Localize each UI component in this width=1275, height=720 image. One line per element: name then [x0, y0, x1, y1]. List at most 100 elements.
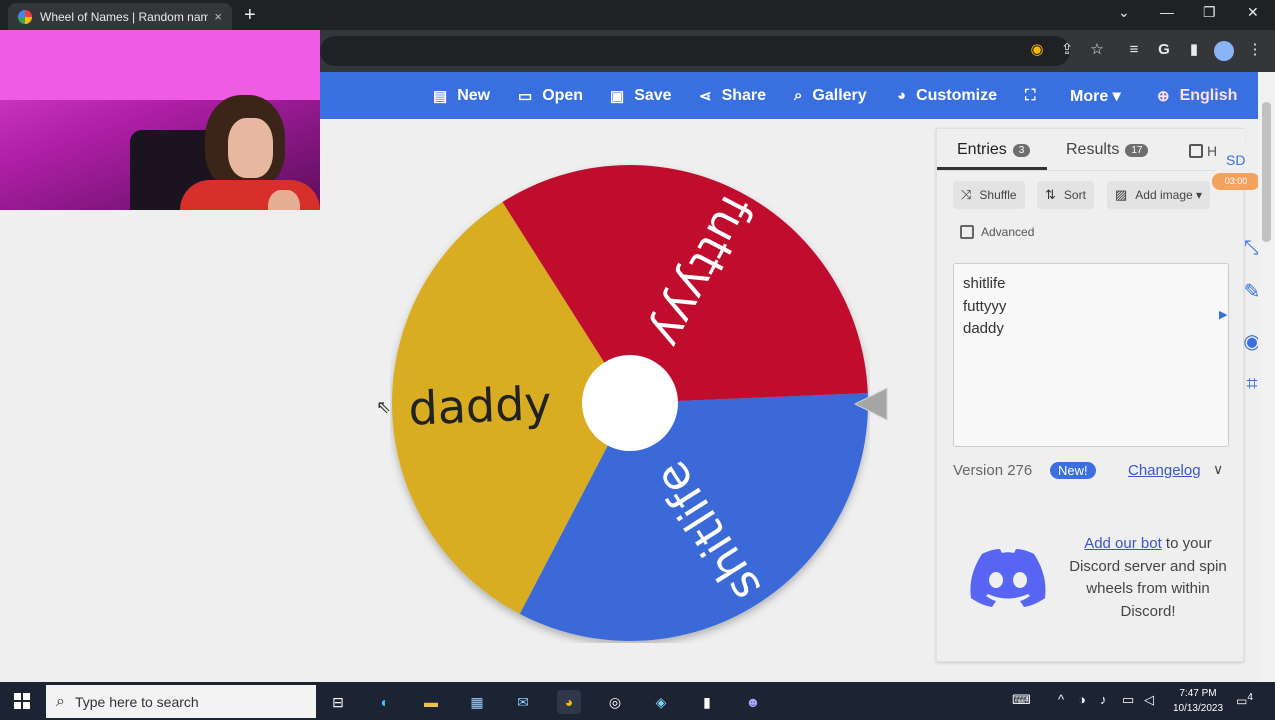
mouse-cursor-icon: ⇖: [376, 397, 392, 417]
entries-panel: Entries 3 Results 17 H ⤨ Shuffle ⇅ Sort ▨ A…: [936, 128, 1245, 662]
windows-start-icon[interactable]: [14, 693, 30, 709]
webcam-wall: [0, 30, 320, 100]
tab-entries[interactable]: Entries 3: [957, 141, 1031, 159]
shuffle-button[interactable]: ⤨ Shuffle: [953, 181, 1025, 209]
chrome-icon[interactable]: ◕: [557, 690, 581, 714]
version-text: Version 276: [953, 462, 1033, 479]
profile-avatar[interactable]: [1214, 41, 1234, 61]
keyboard-icon[interactable]: ⌨: [1012, 692, 1031, 708]
minimize-button[interactable]: —: [1160, 4, 1174, 20]
file-explorer-icon[interactable]: ▬: [419, 690, 443, 714]
obs-icon[interactable]: ◎: [603, 690, 627, 714]
customize-button[interactable]: ◕ Customize: [897, 72, 997, 119]
shuffle-label: Shuffle: [979, 188, 1017, 202]
tab-close-icon[interactable]: ×: [214, 9, 222, 24]
webcam-person-hand: [268, 190, 300, 210]
new-button[interactable]: ▤ New: [433, 72, 490, 119]
app-tray-icon[interactable]: ◑: [1078, 692, 1086, 707]
microphone-icon[interactable]: ♪: [1100, 692, 1107, 707]
chrome-menu-icon[interactable]: ⋮: [1245, 40, 1265, 60]
customize-label: Customize: [916, 86, 997, 104]
image-icon: ▨: [1115, 187, 1128, 202]
advanced-checkbox[interactable]: [960, 225, 974, 239]
save-label: Save: [634, 86, 672, 104]
results-count-badge: 17: [1125, 143, 1149, 157]
tab-entries-label: Entries: [957, 141, 1007, 158]
folder-open-icon: ▭: [518, 87, 533, 105]
new-badge: New!: [1050, 462, 1096, 479]
sd-initials: SD: [1226, 152, 1246, 168]
entries-textarea[interactable]: shitlife futtyyy daddy ▶: [953, 263, 1229, 447]
entry-line: futtyyy: [963, 297, 1007, 315]
browser-tab[interactable]: Wheel of Names | Random nam ×: [8, 3, 232, 30]
scrollbar-thumb[interactable]: [1262, 102, 1271, 242]
task-view-icon[interactable]: ⊟: [326, 690, 350, 714]
sort-button[interactable]: ⇅ Sort: [1037, 181, 1094, 209]
save-icon: ▣: [610, 87, 625, 105]
discord-taskbar-icon[interactable]: ☻: [741, 690, 765, 714]
page-scrollbar[interactable]: [1258, 72, 1275, 682]
restore-button[interactable]: ❐: [1203, 4, 1216, 21]
taskbar-search[interactable]: ⌕ Type here to search: [46, 685, 316, 718]
search-icon: ⌕: [794, 87, 803, 104]
globe-icon: ⊕: [1157, 87, 1170, 105]
fullscreen-icon: ⛶: [1025, 87, 1036, 104]
address-bar[interactable]: [320, 36, 1070, 66]
taskbar-clock[interactable]: 7:47 PM 10/13/2023: [1166, 686, 1230, 716]
caret-right-icon: ▶: [1219, 309, 1228, 321]
close-window-button[interactable]: ✕: [1247, 4, 1259, 21]
screen: Wheel of Names | Random nam × + ⌄ — ❐ ✕ …: [0, 0, 1275, 720]
name-wheel[interactable]: shitlifedaddyfuttyyy: [390, 163, 870, 643]
gallery-button[interactable]: ⌕ Gallery: [794, 72, 867, 119]
add-image-button[interactable]: ▨ Add image ▾: [1107, 181, 1211, 209]
fullscreen-button[interactable]: ⛶: [1025, 72, 1046, 119]
webcam-person-face: [228, 118, 273, 178]
advanced-label: Advanced: [981, 225, 1035, 239]
sd-timer: 03:00: [1212, 173, 1260, 190]
browser-tab-bar: Wheel of Names | Random nam × + ⌄ — ❐ ✕: [0, 0, 1275, 30]
discord-promo: Add our bot to your Discord server and s…: [1062, 533, 1234, 623]
active-tab-indicator: [937, 167, 1047, 170]
chevron-down-icon[interactable]: ∨: [1213, 461, 1223, 478]
tray-chevron-icon[interactable]: ^: [1058, 692, 1064, 707]
share-button[interactable]: ⋖ Share: [699, 72, 766, 119]
bookmark-star-icon[interactable]: ☆: [1087, 40, 1107, 60]
tab-search-icon[interactable]: ⌄: [1118, 4, 1130, 21]
wheel-center-hub[interactable]: [582, 355, 678, 451]
add-bot-link[interactable]: Add our bot: [1084, 535, 1162, 552]
side-panel-icon[interactable]: ▮: [1184, 40, 1204, 60]
wheel-segment-label: daddy: [407, 376, 552, 436]
changelog-link[interactable]: Changelog: [1128, 462, 1201, 479]
file-icon: ▤: [433, 87, 448, 105]
hide-checkbox[interactable]: [1189, 144, 1203, 158]
sort-icon: ⇅: [1045, 187, 1056, 202]
palette-icon: ◕: [897, 87, 907, 104]
entry-line: daddy: [963, 320, 1004, 337]
mail-icon[interactable]: ✉: [511, 690, 535, 714]
windows-taskbar: ⌕ Type here to search ⊟ ◐ ▬ ▦ ✉ ◕ ◎ ◈ ▮ …: [0, 682, 1275, 720]
app-diamond-icon[interactable]: ◈: [649, 690, 673, 714]
reading-list-icon[interactable]: ≡: [1124, 40, 1144, 60]
new-label: New: [457, 86, 491, 104]
new-tab-button[interactable]: +: [244, 4, 256, 27]
open-button[interactable]: ▭ Open: [518, 72, 583, 119]
volume-icon[interactable]: ◁: [1144, 692, 1154, 708]
edge-icon[interactable]: ◐: [373, 690, 397, 714]
notification-icon[interactable]: ▭4: [1236, 692, 1253, 708]
language-button[interactable]: ⊕ English: [1157, 72, 1237, 119]
grammarly-icon[interactable]: G: [1154, 40, 1174, 60]
tab-results[interactable]: Results 17: [1066, 141, 1149, 159]
network-icon[interactable]: ▭: [1122, 692, 1134, 708]
add-image-label: Add image ▾: [1135, 188, 1203, 202]
more-button[interactable]: More ▾: [1070, 72, 1121, 119]
shuffle-icon: ⤨: [961, 187, 972, 202]
clock-time: 7:47 PM: [1179, 688, 1217, 699]
audio-app-icon[interactable]: ▮: [695, 690, 719, 714]
clock-date: 10/13/2023: [1172, 703, 1224, 714]
google-lens-icon[interactable]: ◉: [1027, 40, 1047, 60]
save-button[interactable]: ▣ Save: [610, 72, 672, 119]
store-icon[interactable]: ▦: [465, 690, 489, 714]
tab-results-label: Results: [1066, 141, 1120, 158]
language-label: English: [1179, 86, 1238, 104]
share-page-icon[interactable]: ⇪: [1057, 40, 1077, 60]
